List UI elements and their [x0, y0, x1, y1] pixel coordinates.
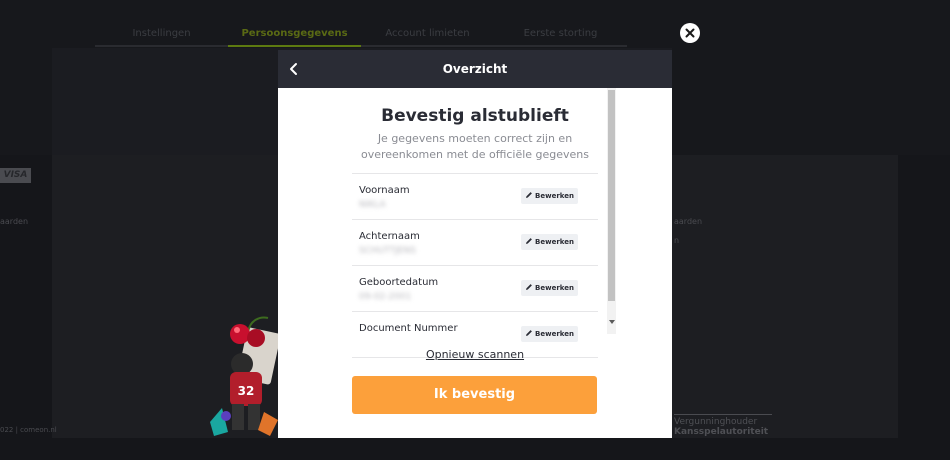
field-row-birth-date: Geboortedatum 09-02-2001 Bewerken	[352, 266, 598, 312]
footer-text: 022 | comeon.nl	[0, 426, 57, 434]
edit-label: Bewerken	[535, 192, 574, 200]
background-side-text: aarden	[674, 217, 703, 226]
field-value: NIKLA	[359, 200, 386, 210]
license-badge: Vergunninghouder Kansspelautoriteit	[674, 414, 772, 437]
background-side-text: aarden	[0, 217, 29, 226]
edit-label: Bewerken	[535, 284, 574, 292]
edit-label: Bewerken	[535, 330, 574, 338]
confirmation-modal: Overzicht Bevestig alstublieft Je gegeve…	[278, 50, 672, 438]
edit-first-name-button[interactable]: Bewerken	[521, 188, 578, 204]
field-label: Geboortedatum	[359, 277, 439, 288]
pencil-icon	[526, 284, 532, 290]
edit-document-number-button[interactable]: Bewerken	[521, 326, 578, 342]
tab-first-deposit: Eerste storting	[494, 28, 627, 47]
svg-text:32: 32	[238, 384, 255, 398]
promo-illustration: 32	[210, 316, 281, 436]
field-value: 09-02-2001	[359, 292, 412, 302]
pencil-icon	[526, 330, 532, 336]
edit-birth-date-button[interactable]: Bewerken	[521, 280, 578, 296]
modal-title: Overzicht	[442, 62, 508, 76]
edit-label: Bewerken	[535, 238, 574, 246]
field-label: Document Nummer	[359, 323, 458, 334]
license-line: Vergunninghouder	[674, 417, 758, 427]
modal-header: Overzicht	[278, 50, 672, 88]
rescan-link[interactable]: Opnieuw scannen	[278, 348, 672, 361]
background-tabs: Instellingen Persoonsgegevens Account li…	[95, 28, 627, 47]
field-row-last-name: Achternaam SCHUTTJENS Bewerken	[352, 220, 598, 266]
page-subtitle: Je gegevens moeten correct zijn en overe…	[360, 132, 590, 161]
license-authority: Kansspelautoriteit	[674, 427, 769, 437]
visa-logo: VISA	[0, 168, 31, 183]
background-side-text: n	[674, 236, 680, 245]
tab-personal-details: Persoonsgegevens	[228, 28, 361, 47]
tab-account-limits: Account limieten	[361, 28, 494, 47]
edit-last-name-button[interactable]: Bewerken	[521, 234, 578, 250]
field-value: SCHUTTJENS	[359, 246, 416, 256]
confirm-button[interactable]: Ik bevestig	[352, 376, 597, 414]
field-label: Achternaam	[359, 231, 420, 242]
pencil-icon	[526, 238, 532, 244]
scrollbar-thumb[interactable]	[608, 90, 615, 301]
tab-settings: Instellingen	[95, 28, 228, 47]
details-list: Voornaam NIKLA Bewerken Achternaam SCHUT…	[352, 173, 598, 358]
close-icon	[685, 28, 695, 38]
scroll-down-arrow-icon[interactable]	[609, 320, 615, 324]
pencil-icon	[526, 192, 532, 198]
field-label: Voornaam	[359, 185, 410, 196]
scrollbar[interactable]	[607, 88, 616, 334]
close-button[interactable]	[680, 23, 700, 43]
field-row-first-name: Voornaam NIKLA Bewerken	[352, 174, 598, 220]
